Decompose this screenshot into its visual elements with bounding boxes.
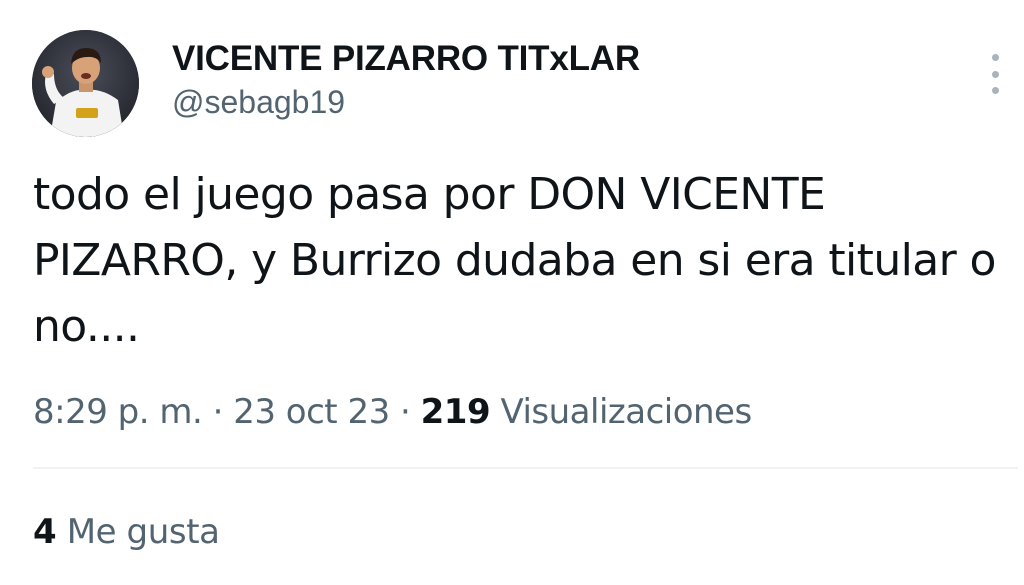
more-vertical-icon [991,54,999,61]
views-label: Visualizaciones [500,392,752,432]
tweet-text: todo el juego pasa por DON VICENTE PIZAR… [33,169,996,352]
more-options-button[interactable] [980,54,1010,94]
likes-label: Me gusta [66,512,220,552]
author-names: VICENTE PIZARRO TITxLAR @sebagb19 [172,30,640,122]
tweet-header: VICENTE PIZARRO TITxLAR @sebagb19 [32,30,640,137]
avatar[interactable] [32,30,139,137]
meta-separator: · [400,392,411,432]
likes-link[interactable]: 4 Me gusta [33,508,220,556]
more-vertical-icon-dot [991,70,999,78]
author-display-name[interactable]: VICENTE PIZARRO TITxLAR [172,38,640,80]
views-count: 219 [420,392,491,432]
author-handle[interactable]: @sebagb19 [172,82,640,122]
divider [33,467,1018,469]
more-vertical-icon-dot [991,87,999,94]
tweet-time[interactable]: 8:29 p. m. [33,392,203,432]
likes-count: 4 [33,512,57,552]
meta-separator: · [212,392,224,432]
tweet-meta: 8:29 p. m. · 23 oct 23 · 219 Visualizaci… [33,388,752,436]
tweet-card: VICENTE PIZARRO TITxLAR @sebagb19 todo e… [0,0,1024,585]
tweet-date[interactable]: 23 oct 23 [233,392,390,432]
